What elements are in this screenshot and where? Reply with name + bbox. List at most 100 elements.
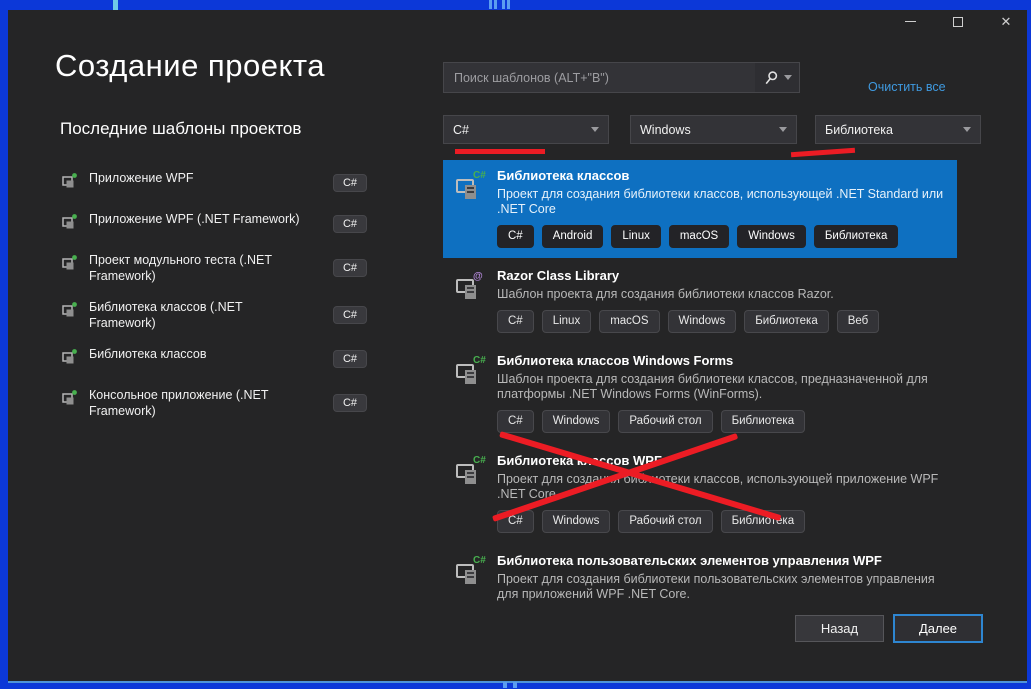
recent-templates-heading: Последние шаблоны проектов (60, 119, 301, 139)
template-description: Проект для создания библиотеки классов, … (497, 187, 945, 217)
recent-template-label: Приложение WPF (89, 170, 307, 186)
language-filter-value: C# (453, 123, 469, 137)
back-button[interactable]: Назад (795, 615, 884, 642)
template-tags: C# Linux macOS Windows Библиотека Веб (497, 310, 945, 333)
svg-text:C#: C# (473, 355, 486, 366)
recent-template-item[interactable]: Библиотека классов (.NET Framework) C# (55, 299, 367, 331)
clear-all-link[interactable]: Очистить все (868, 80, 946, 94)
wpf-app-icon (61, 171, 79, 189)
svg-text:C#: C# (473, 170, 486, 181)
recent-template-item[interactable]: Проект модульного теста (.NET Framework)… (55, 252, 367, 284)
razor-library-icon: C# @ (454, 269, 487, 302)
background-window-artifact (8, 681, 1027, 683)
template-name: Библиотека классов Windows Forms (497, 353, 945, 369)
tag-badge: Windows (668, 310, 737, 333)
project-type-filter-value: Библиотека (825, 123, 893, 137)
background-window-artifact (502, 0, 505, 9)
template-name: Библиотека пользовательских элементов уп… (497, 553, 945, 569)
language-badge: C# (333, 259, 367, 277)
tag-badge: Библиотека (721, 410, 806, 433)
minimize-icon (905, 21, 916, 22)
tag-badge: Windows (737, 225, 806, 248)
template-name: Razor Class Library (497, 268, 945, 284)
language-badge: C# (333, 306, 367, 324)
recent-template-label: Проект модульного теста (.NET Framework) (89, 252, 307, 284)
search-input[interactable] (444, 63, 755, 92)
maximize-icon (953, 17, 963, 27)
template-description: Шаблон проекта для создания библиотеки к… (497, 287, 945, 302)
background-window-artifact (489, 0, 492, 9)
language-badge: C# (333, 394, 367, 412)
unit-test-icon (61, 253, 79, 271)
close-icon: ✕ (1001, 14, 1012, 30)
platform-filter-value: Windows (640, 123, 691, 137)
recent-template-item[interactable]: Приложение WPF (.NET Framework) C# (55, 211, 367, 237)
template-description: Проект для создания библиотеки пользоват… (497, 572, 945, 601)
template-tags: C# Windows Рабочий стол Библиотека (497, 510, 945, 533)
wpf-library-icon: C# @ (454, 454, 487, 487)
recent-template-label: Консольное приложение (.NET Framework) (89, 387, 307, 419)
background-window-artifact (513, 682, 517, 688)
project-type-filter-dropdown[interactable]: Библиотека (815, 115, 981, 144)
tag-badge: Linux (542, 310, 592, 333)
console-app-icon (61, 388, 79, 406)
recent-template-label: Библиотека классов (.NET Framework) (89, 299, 307, 331)
chevron-down-icon (784, 75, 792, 80)
recent-template-item[interactable]: Приложение WPF C# (55, 170, 367, 196)
recent-template-label: Приложение WPF (.NET Framework) (89, 211, 307, 227)
tag-badge: Android (542, 225, 604, 248)
tag-badge: C# (497, 410, 534, 433)
tag-badge: Windows (542, 510, 611, 533)
tag-badge: Рабочий стол (618, 410, 712, 433)
language-filter-dropdown[interactable]: C# (443, 115, 609, 144)
recent-template-item[interactable]: Консольное приложение (.NET Framework) C… (55, 387, 367, 419)
minimize-button[interactable] (898, 12, 922, 31)
template-row[interactable]: C# @ Библиотека классов Проект для созда… (443, 160, 957, 258)
template-row[interactable]: C# @ Библиотека пользовательских элемент… (443, 545, 957, 601)
background-window-artifact (113, 0, 118, 10)
class-library-icon: C# @ (454, 169, 487, 202)
svg-text:C#: C# (473, 455, 486, 466)
wpf-usercontrol-library-icon: C# @ (454, 554, 487, 587)
template-list: C# @ Библиотека классов Проект для созда… (443, 160, 957, 601)
template-name: Библиотека классов (497, 168, 945, 184)
chevron-down-icon (963, 127, 971, 132)
tag-badge: Библиотека (744, 310, 829, 333)
class-library-icon (61, 300, 79, 318)
wpf-app-icon (61, 212, 79, 230)
winforms-library-icon: C# @ (454, 354, 487, 387)
template-tags: C# Windows Рабочий стол Библиотека (497, 410, 945, 433)
background-window-artifact (503, 682, 507, 688)
recent-templates-list: Приложение WPF C# Приложение WPF (.NET F… (55, 170, 367, 434)
tag-badge: Linux (611, 225, 661, 248)
tag-badge: C# (497, 225, 534, 248)
svg-text:@: @ (473, 271, 483, 282)
recent-template-label: Библиотека классов (89, 346, 307, 362)
page-title: Создание проекта (55, 48, 325, 84)
tag-badge: Windows (542, 410, 611, 433)
create-project-window: ✕ Создание проекта Очистить все C# Windo… (0, 0, 1031, 689)
language-badge: C# (333, 350, 367, 368)
svg-text:C#: C# (473, 555, 486, 566)
tag-badge: Веб (837, 310, 880, 333)
background-window-artifact (494, 0, 497, 9)
recent-template-item[interactable]: Библиотека классов C# (55, 346, 367, 372)
language-badge: C# (333, 215, 367, 233)
template-search-box (443, 62, 800, 93)
class-library-icon (61, 347, 79, 365)
chevron-down-icon (779, 127, 787, 132)
language-badge: C# (333, 174, 367, 192)
maximize-button[interactable] (946, 12, 970, 31)
template-row[interactable]: C# @ Библиотека классов Windows Forms Ша… (443, 345, 957, 443)
platform-filter-dropdown[interactable]: Windows (630, 115, 797, 144)
tag-badge: Библиотека (814, 225, 899, 248)
background-window-artifact (507, 0, 510, 9)
search-icon (763, 70, 779, 86)
next-button[interactable]: Далее (893, 614, 983, 643)
template-row[interactable]: C# @ Razor Class Library Шаблон проекта … (443, 260, 957, 343)
template-description: Шаблон проекта для создания библиотеки к… (497, 372, 945, 402)
close-button[interactable]: ✕ (994, 12, 1018, 31)
search-button[interactable] (755, 63, 799, 92)
red-underline-annotation (455, 149, 545, 154)
tag-badge: Рабочий стол (618, 510, 712, 533)
